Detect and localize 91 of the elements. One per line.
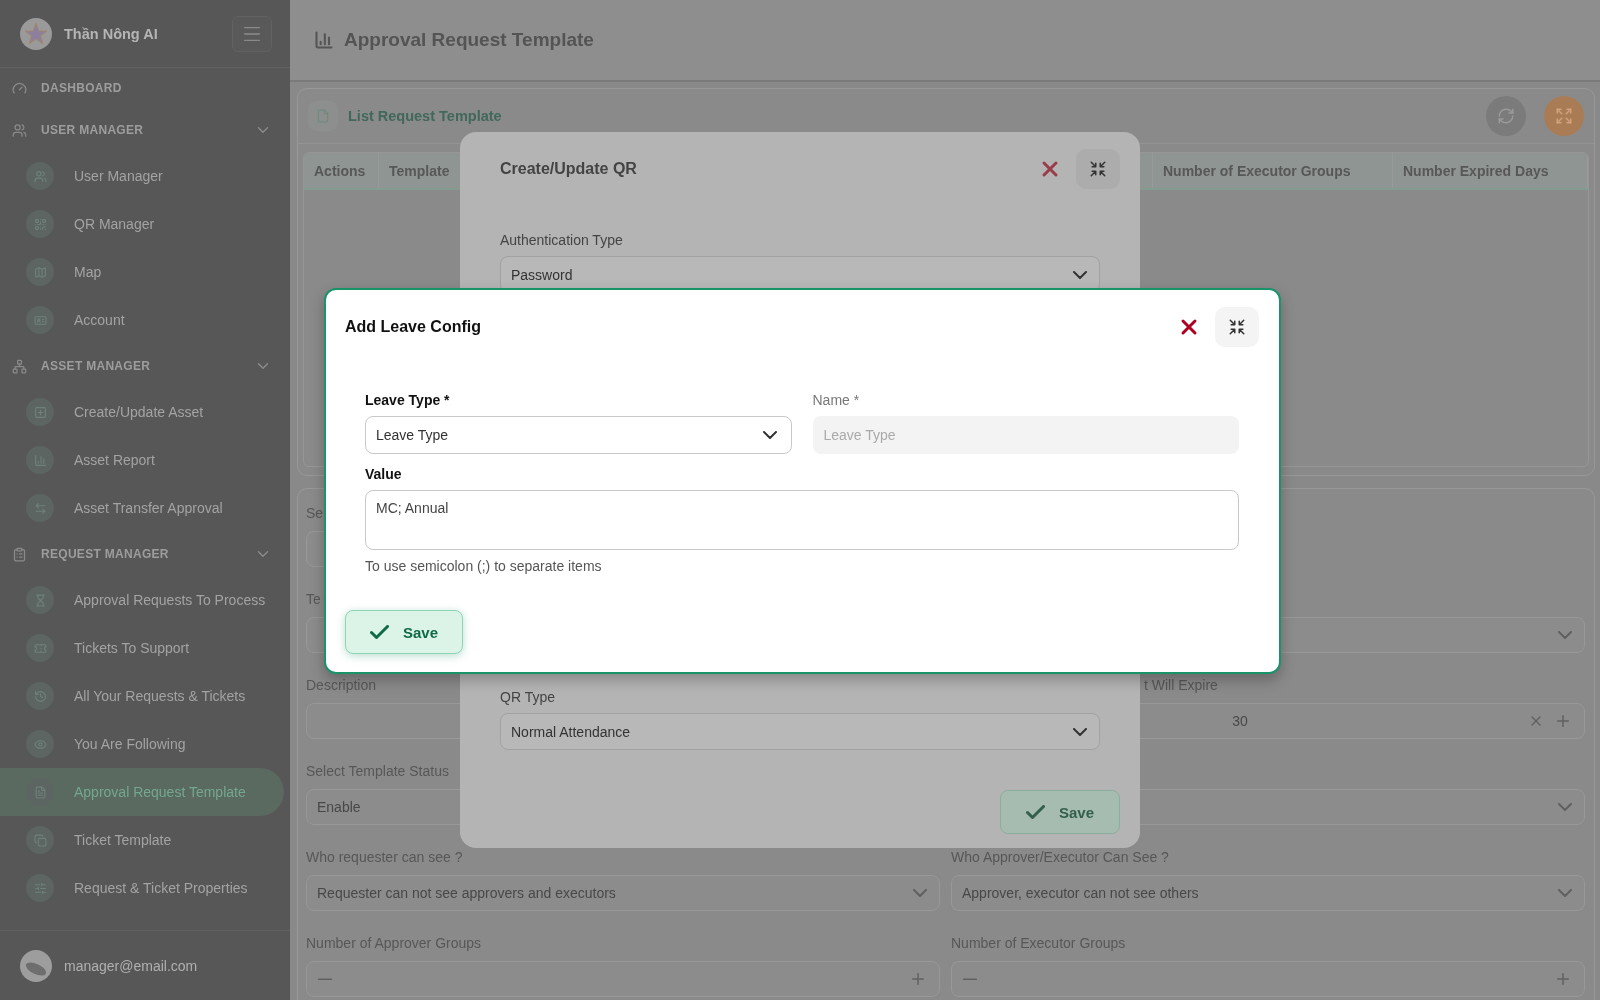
item-icon (26, 306, 54, 334)
sidebar-item[interactable]: Asset Report (0, 436, 290, 484)
page-title: Approval Request Template (344, 29, 594, 51)
item-icon (26, 778, 54, 806)
sidebar-item[interactable]: Account (0, 296, 290, 344)
minus-icon (317, 977, 333, 981)
dialog-title: Add Leave Config (345, 318, 482, 336)
stepper-field[interactable] (306, 961, 940, 997)
plus-icon (909, 970, 927, 988)
sidebar-item[interactable]: Tickets To Support (0, 624, 290, 672)
sidebar-item[interactable]: Asset Transfer Approval (0, 484, 290, 532)
check-icon (369, 625, 389, 639)
field-label: Authentication Type (500, 232, 624, 248)
refresh-icon (1497, 107, 1515, 125)
sidebar-item[interactable]: Create/Update Asset (0, 388, 290, 436)
refresh-button[interactable] (1486, 96, 1526, 136)
sidebar-item[interactable]: You Are Following (0, 720, 290, 768)
item-icon (26, 162, 54, 190)
stepper-field[interactable] (951, 961, 1585, 997)
chevron-icon (1558, 889, 1572, 897)
section-label: ASSET MANAGER (41, 359, 152, 373)
nav-link[interactable]: DASHBOARD (0, 68, 290, 108)
shrink-button[interactable] (1215, 307, 1259, 347)
minus-icon (962, 977, 978, 981)
field-label: QR Type (500, 689, 556, 705)
section-icon (12, 546, 27, 562)
hint-text: To use semicolon (;) to separate items (365, 558, 603, 574)
chevron-icon (913, 889, 927, 897)
save-button[interactable]: Save (345, 610, 463, 654)
item-icon (26, 682, 54, 710)
section-icon (12, 358, 27, 374)
chevron-icon (1073, 727, 1087, 736)
brand-name: Thần Nông AI (64, 25, 159, 42)
column-header: Number of Executor Groups (1153, 153, 1393, 188)
select-field[interactable]: Requester can not see approvers and executors (306, 875, 940, 911)
chart-icon (314, 30, 334, 50)
sidebar-item[interactable]: User Manager (0, 152, 290, 200)
item-icon (26, 446, 54, 474)
menu-button[interactable] (232, 15, 272, 52)
sidebar-item[interactable]: QR Manager (0, 200, 290, 248)
select-field[interactable]: Leave Type (365, 416, 792, 454)
chevron-icon (1558, 631, 1572, 639)
item-icon (26, 210, 54, 238)
sidebar-item[interactable]: All Your Requests & Tickets (0, 672, 290, 720)
chevron-icon (1558, 803, 1572, 811)
expand-icon (1555, 107, 1573, 125)
user-email: manager@email.com (64, 957, 198, 974)
section-label: USER MANAGER (41, 123, 145, 137)
nav-section[interactable]: USER MANAGER (0, 108, 290, 152)
check-icon (1025, 805, 1045, 819)
save-button[interactable]: Save (1000, 790, 1120, 834)
item-icon (26, 826, 54, 854)
shrink-icon (1228, 318, 1246, 336)
field-label: Name * (812, 391, 861, 410)
column-header: Actions (304, 153, 379, 188)
sidebar-item[interactable]: Request & Ticket Properties (0, 864, 290, 912)
nav-section[interactable]: ASSET MANAGER (0, 344, 290, 388)
item-icon (26, 874, 54, 902)
plus-icon (1554, 970, 1572, 988)
chevron-icon (762, 431, 777, 439)
plus-icon (1554, 712, 1572, 730)
item-icon (26, 586, 54, 614)
nav-section[interactable]: REQUEST MANAGER (0, 532, 290, 576)
select-field[interactable]: Normal Attendance (500, 713, 1100, 750)
shrink-icon (1089, 160, 1107, 178)
column-header: Number Expired Days (1393, 153, 1588, 188)
file-icon (308, 101, 338, 131)
sidebar-item[interactable]: Ticket Template (0, 816, 290, 864)
item-icon (26, 634, 54, 662)
sidebar-item[interactable]: Approval Requests To Process (0, 576, 290, 624)
section-label: DASHBOARD (41, 81, 123, 95)
expand-button[interactable] (1544, 96, 1584, 136)
item-icon (26, 730, 54, 758)
field-label: Leave Type * (365, 391, 451, 410)
section-icon (12, 122, 27, 138)
sidebar-item[interactable]: Approval Request Template (0, 768, 284, 816)
sidebar-item[interactable]: Map (0, 248, 290, 296)
card-title: List Request Template (348, 108, 503, 124)
select-field[interactable]: Approver, executor can not see others (951, 875, 1585, 911)
item-icon (26, 258, 54, 286)
field-label: Value (365, 465, 403, 484)
value-field[interactable]: MC; Annual (365, 490, 1239, 550)
dialog-title: Create/Update QR (500, 160, 638, 178)
avatar-icon (20, 949, 52, 982)
item-icon (26, 398, 54, 426)
chevron-icon (1073, 270, 1087, 279)
item-icon (26, 494, 54, 522)
logo-icon (20, 17, 52, 50)
shrink-button[interactable] (1076, 149, 1120, 189)
section-icon (12, 80, 27, 96)
section-label: REQUEST MANAGER (41, 547, 170, 561)
